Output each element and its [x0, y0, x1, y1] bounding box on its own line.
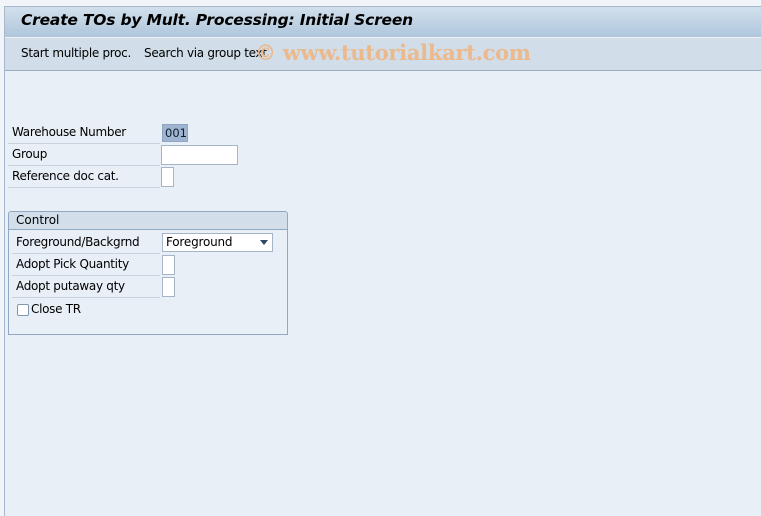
title-bar: Create TOs by Mult. Processing: Initial … — [5, 7, 761, 38]
reference-doc-cat-label: Reference doc cat. — [12, 169, 119, 183]
close-tr-label: Close TR — [31, 302, 81, 316]
adopt-pick-quantity-field[interactable] — [162, 255, 175, 275]
warehouse-number-label: Warehouse Number — [12, 125, 126, 139]
page-title: Create TOs by Mult. Processing: Initial … — [21, 11, 413, 29]
search-via-group-text-button[interactable]: Search via group text — [144, 46, 267, 60]
adopt-putaway-qty-label: Adopt putaway qty — [16, 279, 125, 293]
watermark: © www.tutorialkart.com — [255, 40, 531, 65]
start-multiple-proc-button[interactable]: Start multiple proc. — [21, 46, 131, 60]
sap-screen: Create TOs by Mult. Processing: Initial … — [4, 6, 761, 516]
adopt-putaway-qty-field[interactable] — [162, 277, 175, 297]
adopt-pick-quantity-row: Adopt Pick Quantity — [12, 254, 160, 276]
reference-doc-cat-field[interactable] — [161, 167, 174, 187]
foreground-backgrnd-dropdown[interactable]: Foreground — [162, 233, 273, 252]
group-field[interactable] — [161, 145, 238, 165]
group-label: Group — [12, 147, 48, 161]
reference-doc-cat-row: Reference doc cat. — [8, 166, 160, 188]
foreground-backgrnd-selected: Foreground — [166, 235, 233, 249]
group-row: Group — [8, 144, 160, 166]
control-group-title: Control — [16, 213, 60, 227]
close-tr-checkbox[interactable] — [17, 304, 29, 316]
foreground-backgrnd-label: Foreground/Backgrnd — [16, 235, 140, 249]
application-toolbar: Start multiple proc. Search via group te… — [5, 38, 761, 71]
warehouse-number-field[interactable]: 001 — [162, 124, 188, 142]
warehouse-number-row: Warehouse Number — [8, 122, 160, 144]
adopt-pick-quantity-label: Adopt Pick Quantity — [16, 257, 129, 271]
control-group-header: Control — [9, 212, 287, 230]
foreground-backgrnd-row: Foreground/Backgrnd — [12, 232, 160, 254]
control-group-box: Control Foreground/Backgrnd Foreground A… — [8, 211, 288, 335]
chevron-down-icon — [260, 240, 268, 245]
adopt-putaway-qty-row: Adopt putaway qty — [12, 276, 160, 298]
